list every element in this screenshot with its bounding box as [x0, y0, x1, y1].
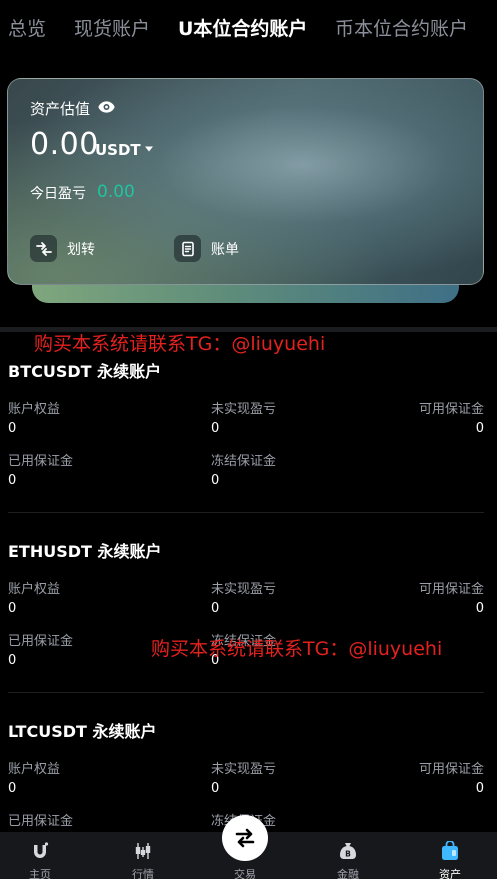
- unrealized-pnl-label: 未实现盈亏: [211, 402, 277, 417]
- unrealized-pnl-value: 0: [211, 781, 220, 796]
- money-bag-icon: B: [340, 843, 356, 859]
- section-divider: [8, 512, 484, 513]
- available-margin-value: 0: [475, 601, 484, 616]
- nav-finance-label: 金融: [337, 868, 359, 879]
- nav-finance[interactable]: B 金融: [318, 832, 378, 879]
- unrealized-pnl-label: 未实现盈亏: [211, 582, 277, 597]
- section-divider: [8, 692, 484, 693]
- equity-value: 0: [8, 781, 17, 796]
- svg-text:B: B: [345, 850, 351, 859]
- available-margin-value: 0: [475, 421, 484, 436]
- used-margin-label: 已用保证金: [8, 814, 74, 829]
- available-margin-label: 可用保证金: [418, 402, 484, 417]
- today-pnl-value: 0.00: [97, 182, 135, 202]
- bill-document-icon: [181, 241, 194, 256]
- swap-arrows-icon: [235, 828, 255, 848]
- wallet-bag-icon: [442, 841, 458, 860]
- frozen-margin-label: 冻结保证金: [211, 454, 277, 469]
- tab-overview[interactable]: 总览: [8, 14, 46, 41]
- nav-home[interactable]: 主页: [10, 832, 70, 879]
- equity-value: 0: [8, 421, 17, 436]
- nav-assets[interactable]: 资产: [420, 832, 480, 879]
- caret-down-icon[interactable]: [144, 145, 154, 153]
- unrealized-pnl-value: 0: [211, 421, 220, 436]
- candlestick-icon: [135, 843, 151, 859]
- watermark-text: 购买本系统请联系TG：@liuyuehi: [34, 333, 326, 355]
- available-margin-label: 可用保证金: [418, 582, 484, 597]
- asset-estimate-label: 资产估值: [30, 100, 91, 118]
- transfer-button[interactable]: 划转: [30, 235, 95, 262]
- equity-label: 账户权益: [8, 402, 61, 417]
- tab-coin-futures-account[interactable]: 币本位合约账户: [335, 14, 468, 41]
- bill-label: 账单: [211, 241, 239, 258]
- available-margin-value: 0: [475, 781, 484, 796]
- nav-trade-label: 交易: [234, 868, 256, 879]
- section-title: ETHUSDT 永续账户: [8, 542, 162, 561]
- used-margin-label: 已用保证金: [8, 634, 74, 649]
- equity-label: 账户权益: [8, 582, 61, 597]
- tab-usdt-futures-account[interactable]: U本位合约账户: [178, 14, 307, 41]
- frozen-margin-value: 0: [211, 473, 220, 488]
- available-margin-label: 可用保证金: [418, 762, 484, 777]
- tab-spot-account[interactable]: 现货账户: [74, 14, 150, 41]
- eye-icon[interactable]: [98, 100, 115, 114]
- unrealized-pnl-value: 0: [211, 601, 220, 616]
- transfer-icon-box: [30, 235, 57, 262]
- home-logo-icon: [34, 842, 49, 858]
- section-title: BTCUSDT 永续账户: [8, 362, 162, 381]
- nav-market-label: 行情: [132, 868, 154, 879]
- nav-assets-label: 资产: [439, 868, 461, 879]
- nav-home-label: 主页: [29, 868, 51, 879]
- used-margin-label: 已用保证金: [8, 454, 74, 469]
- nav-market[interactable]: 行情: [113, 832, 173, 879]
- bill-button[interactable]: 账单: [174, 235, 239, 262]
- asset-card: 资产估值 0.00 USDT 今日盈亏 0.00 划转 账单: [7, 78, 484, 285]
- watermark-text: 购买本系统请联系TG：@liuyuehi: [151, 638, 443, 660]
- equity-label: 账户权益: [8, 762, 61, 777]
- section-title: LTCUSDT 永续账户: [8, 722, 157, 741]
- account-tabs: 总览 现货账户 U本位合约账户 币本位合约账户: [0, 0, 497, 56]
- today-pnl-label: 今日盈亏: [30, 186, 86, 202]
- bill-icon-box: [174, 235, 201, 262]
- transfer-label: 划转: [67, 241, 95, 258]
- transfer-arrows-icon: [35, 241, 52, 256]
- balance-unit[interactable]: USDT: [95, 141, 141, 159]
- used-margin-value: 0: [8, 653, 17, 668]
- balance-value: 0.00: [30, 127, 99, 162]
- equity-value: 0: [8, 601, 17, 616]
- unrealized-pnl-label: 未实现盈亏: [211, 762, 277, 777]
- used-margin-value: 0: [8, 473, 17, 488]
- trade-button[interactable]: [222, 815, 268, 861]
